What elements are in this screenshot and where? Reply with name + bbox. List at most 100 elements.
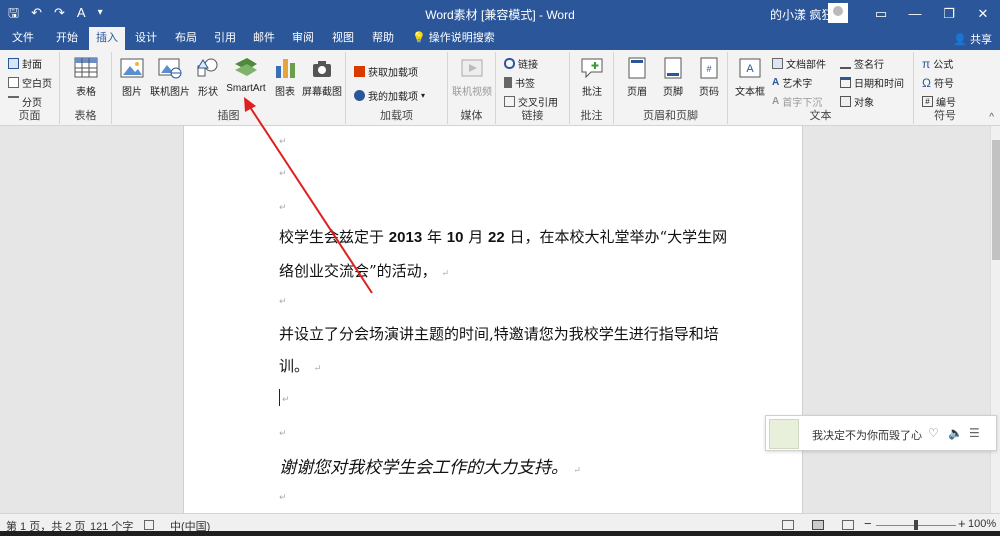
zoom-out-button[interactable]: − bbox=[864, 516, 872, 531]
tab-view[interactable]: 视图 bbox=[325, 27, 361, 50]
get-addins-label: 获取加载项 bbox=[368, 68, 418, 79]
web-layout-icon[interactable] bbox=[842, 520, 854, 530]
ribbon-display-options-button[interactable]: ▭ bbox=[864, 0, 898, 27]
page-number-button[interactable]: # 页码 bbox=[692, 56, 726, 98]
heart-icon[interactable]: ♡ bbox=[928, 426, 939, 440]
tell-me-search[interactable]: 💡 操作说明搜索 bbox=[412, 27, 512, 50]
store-icon bbox=[354, 66, 365, 77]
paragraph-1-line-2[interactable]: 络创业交流会”的活动， ↵ bbox=[279, 260, 729, 281]
lightbulb-icon: 💡 bbox=[412, 32, 426, 44]
user-name[interactable]: 的小漾 疯狂 bbox=[770, 6, 833, 23]
document-area: ↵ ↵ ↵ 校学生会兹定于 2013 年 10 月 22 日，在本校大礼堂举办“… bbox=[0, 126, 990, 513]
tab-help[interactable]: 帮助 bbox=[365, 27, 401, 50]
symbol-button[interactable]: Ω 符号 bbox=[922, 75, 954, 91]
vertical-scrollbar[interactable] bbox=[990, 126, 1000, 513]
tab-file[interactable]: 文件 bbox=[4, 27, 42, 50]
page-number-label: 页码 bbox=[699, 87, 719, 98]
date-time-label: 日期和时间 bbox=[854, 79, 904, 90]
tab-review[interactable]: 审阅 bbox=[285, 27, 321, 50]
document-page[interactable]: ↵ ↵ ↵ 校学生会兹定于 2013 年 10 月 22 日，在本校大礼堂举办“… bbox=[183, 126, 803, 513]
restore-button[interactable]: ❐ bbox=[932, 0, 966, 27]
tab-insert[interactable]: 插入 bbox=[89, 27, 125, 50]
cover-page-button[interactable]: 封面 bbox=[8, 56, 42, 71]
tab-home[interactable]: 开始 bbox=[48, 27, 86, 50]
header-button[interactable]: 页眉 bbox=[620, 56, 654, 98]
ribbon-tabs: 文件 开始 插入 设计 布局 引用 邮件 审阅 视图 帮助 💡 操作说明搜索 👤… bbox=[0, 27, 1000, 50]
zoom-level[interactable]: 100% bbox=[968, 518, 996, 530]
text-run-month: 10 bbox=[446, 229, 464, 246]
tab-mailings[interactable]: 邮件 bbox=[246, 27, 282, 50]
group-label-text: 文本 bbox=[809, 110, 832, 122]
text-run-day: 22 bbox=[488, 229, 505, 246]
read-mode-icon[interactable] bbox=[782, 520, 794, 530]
footer-button[interactable]: 页脚 bbox=[656, 56, 690, 98]
header-label: 页眉 bbox=[627, 87, 647, 98]
title-bar: 🖫 ↶ ↷ A ▾ Word素材 [兼容模式] - Word 的小漾 疯狂 ▭ … bbox=[0, 0, 1000, 27]
equation-button[interactable]: π 公式 bbox=[922, 56, 954, 72]
group-addins: 获取加载项 我的加载项 ▾ 加载项 bbox=[346, 52, 448, 124]
table-button[interactable]: 表格 bbox=[72, 56, 100, 98]
tab-references[interactable]: 引用 bbox=[207, 27, 243, 50]
playlist-icon[interactable]: ☰ bbox=[969, 426, 980, 440]
comment-button[interactable]: 批注 bbox=[576, 56, 608, 98]
smartart-label: SmartArt bbox=[226, 83, 266, 94]
paragraph-1-line-1[interactable]: 校学生会兹定于 2013 年 10 月 22 日，在本校大礼堂举办“大学生网 bbox=[279, 226, 729, 247]
online-picture-button[interactable]: 联机图片 bbox=[148, 56, 192, 98]
paragraph-2-line-1[interactable]: 并设立了分会场演讲主题的时间,特邀请您为我校学生进行指导和培 bbox=[279, 323, 729, 344]
bookmark-button[interactable]: 书签 bbox=[504, 75, 535, 90]
textbox-button[interactable]: A 文本框 bbox=[732, 56, 768, 98]
zoom-in-button[interactable]: + bbox=[958, 516, 966, 531]
group-label-header-footer: 页眉和页脚 bbox=[643, 110, 698, 122]
group-label-addins: 加载项 bbox=[380, 110, 413, 122]
group-label-links: 链接 bbox=[521, 110, 544, 122]
text-run: 日，在本校大礼堂举办“大学生网 bbox=[509, 228, 728, 246]
link-button[interactable]: 链接 bbox=[504, 56, 538, 71]
pi-icon: π bbox=[922, 56, 931, 71]
tab-layout[interactable]: 布局 bbox=[168, 27, 204, 50]
share-button[interactable]: 👤 共享 bbox=[953, 31, 992, 47]
wordart-label: 艺术字 bbox=[782, 79, 813, 90]
scrollbar-thumb[interactable] bbox=[992, 140, 1000, 260]
online-video-button[interactable]: 联机视频 bbox=[452, 56, 492, 98]
my-addins-button[interactable]: 我的加载项 ▾ bbox=[354, 88, 425, 103]
picture-button[interactable]: 图片 bbox=[118, 56, 146, 98]
screenshot-button[interactable]: 屏幕截图 bbox=[300, 56, 344, 98]
group-label-illustrations: 插图 bbox=[217, 110, 240, 122]
proofing-icon[interactable] bbox=[144, 520, 154, 530]
tab-design[interactable]: 设计 bbox=[128, 27, 164, 50]
print-layout-icon[interactable] bbox=[812, 520, 824, 530]
signature-line-button[interactable]: 签名行 bbox=[840, 56, 884, 71]
album-art[interactable] bbox=[769, 419, 799, 449]
signature-line-label: 签名行 bbox=[854, 60, 884, 71]
taskbar-strip bbox=[0, 531, 1000, 536]
shapes-button[interactable]: 形状 bbox=[194, 56, 222, 98]
minimize-button[interactable]: — bbox=[898, 0, 932, 27]
tell-me-label: 操作说明搜索 bbox=[428, 32, 495, 44]
paragraph-mark: ↵ bbox=[279, 492, 287, 502]
chart-label: 图表 bbox=[275, 87, 295, 98]
volume-icon[interactable]: 🔈 bbox=[948, 426, 963, 440]
picture-icon bbox=[120, 58, 144, 78]
wordart-button[interactable]: A 艺术字 bbox=[772, 75, 812, 90]
paragraph-mark: ↵ bbox=[441, 269, 449, 279]
chart-button[interactable]: 图表 bbox=[272, 56, 298, 98]
paragraph-3[interactable]: 谢谢您对我校学生会工作的大力支持。 ↵ bbox=[279, 453, 729, 478]
zoom-slider-thumb[interactable] bbox=[914, 520, 918, 530]
smartart-button[interactable]: SmartArt bbox=[224, 56, 268, 94]
blank-page-button[interactable]: 空白页 bbox=[8, 75, 52, 90]
close-button[interactable]: ✕ bbox=[966, 0, 1000, 27]
date-time-button[interactable]: 日期和时间 bbox=[840, 75, 904, 90]
music-player-popup[interactable]: 我决定不为你而毁了心 ♡ 🔈 ☰ bbox=[765, 415, 997, 451]
collapse-ribbon-icon[interactable]: ^ bbox=[989, 112, 994, 123]
text-cursor bbox=[279, 389, 280, 406]
get-addins-button[interactable]: 获取加载项 bbox=[354, 64, 418, 79]
paragraph-2-line-2[interactable]: 训。 ↵ bbox=[279, 355, 729, 376]
group-label-pages: 页面 bbox=[18, 110, 41, 122]
group-label-tables: 表格 bbox=[74, 110, 97, 122]
screenshot-label: 屏幕截图 bbox=[302, 87, 342, 98]
table-label: 表格 bbox=[76, 87, 96, 98]
equation-label: 公式 bbox=[933, 60, 954, 71]
avatar[interactable] bbox=[828, 3, 848, 23]
paragraph-mark: ↵ bbox=[282, 394, 290, 404]
quick-parts-button[interactable]: 文档部件 bbox=[772, 56, 826, 71]
